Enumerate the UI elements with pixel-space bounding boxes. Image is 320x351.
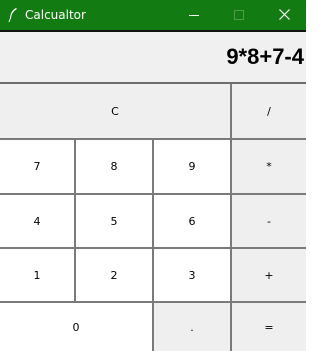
decimal-button[interactable]: .	[152, 301, 230, 351]
minimize-button[interactable]	[170, 0, 216, 30]
title-bar[interactable]: Calcualtor	[0, 0, 306, 31]
add-button[interactable]: +	[230, 247, 306, 301]
close-button[interactable]	[262, 0, 308, 30]
digit-2-button[interactable]: 2	[74, 247, 152, 301]
maximize-button[interactable]	[216, 0, 262, 30]
subtract-button[interactable]: -	[230, 193, 306, 247]
maximize-icon	[234, 10, 244, 20]
digit-5-button[interactable]: 5	[74, 193, 152, 247]
digit-0-button[interactable]: 0	[0, 301, 152, 351]
equals-button[interactable]: =	[230, 301, 306, 351]
display-expression: 9*8+7-4	[226, 44, 304, 69]
digit-4-button[interactable]: 4	[0, 193, 74, 247]
digit-9-button[interactable]: 9	[152, 138, 230, 193]
clear-button[interactable]: C	[0, 84, 230, 138]
digit-3-button[interactable]: 3	[152, 247, 230, 301]
display: 9*8+7-4	[0, 32, 306, 84]
minimize-icon	[189, 15, 199, 16]
feather-icon	[8, 8, 17, 23]
digit-8-button[interactable]: 8	[74, 138, 152, 193]
digit-7-button[interactable]: 7	[0, 138, 74, 193]
multiply-button[interactable]: *	[230, 138, 306, 193]
digit-1-button[interactable]: 1	[0, 247, 74, 301]
close-icon	[279, 9, 290, 20]
window-title: Calcualtor	[25, 8, 86, 22]
divide-button[interactable]: /	[230, 84, 306, 138]
digit-6-button[interactable]: 6	[152, 193, 230, 247]
